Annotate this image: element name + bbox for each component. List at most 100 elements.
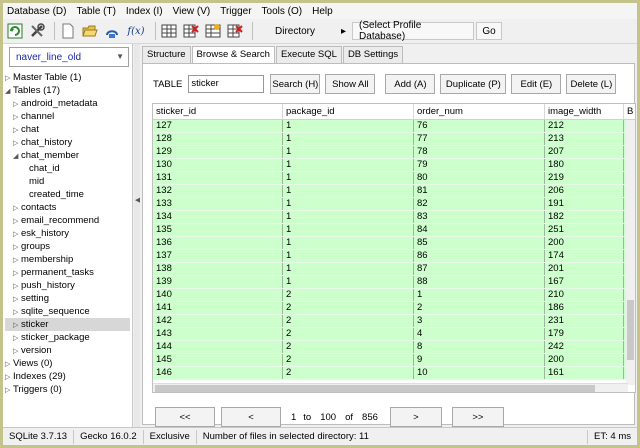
tree-item[interactable]: created_time [5,188,130,201]
horizontal-scrollbar[interactable] [153,383,628,392]
go-button[interactable]: Go [476,22,503,40]
table-cell[interactable]: 212 [545,120,624,132]
table-cell[interactable]: 145 [153,354,283,366]
table-cell[interactable]: 1 [283,120,414,132]
next-page-button[interactable]: > [389,407,442,427]
tree-item[interactable]: ▷ email_recommend [5,214,130,227]
tree-item[interactable]: ▷ permanent_tasks [5,266,130,279]
table-cell[interactable]: 1 [283,133,414,145]
tree-item[interactable]: ▷ contacts [5,201,130,214]
tab-browse-search[interactable]: Browse & Search [191,46,275,63]
tree-item[interactable]: ▷ chat [5,123,130,136]
add-button[interactable]: Add (A) [385,74,436,94]
show-all-button[interactable]: Show All [325,74,376,94]
tab-db-settings[interactable]: DB Settings [342,46,404,63]
table-cell[interactable]: 1 [283,250,414,262]
table-cell[interactable]: 219 [545,172,624,184]
menu-table[interactable]: Table (T) [76,6,115,17]
table-cell[interactable]: 1 [283,198,414,210]
table-cell[interactable]: 10 [414,367,545,379]
table-cell[interactable]: 130 [153,159,283,171]
vertical-scrollbar[interactable] [626,120,635,385]
menu-view[interactable]: View (V) [173,6,211,17]
table-cell[interactable]: 242 [545,341,624,353]
table-cell[interactable]: 136 [153,237,283,249]
table-cell[interactable]: 128 [153,133,283,145]
tree-item[interactable]: ▷ Master Table (1) [5,71,130,84]
table-cell[interactable]: 9 [414,354,545,366]
table-row[interactable]: 130 1 79 180 [153,159,629,172]
first-page-button[interactable]: << [155,407,215,427]
table-cell[interactable]: 133 [153,198,283,210]
prev-page-button[interactable]: < [221,407,281,427]
table-cell[interactable]: 140 [153,289,283,301]
table-cell[interactable]: 1 [283,185,414,197]
reload-icon[interactable] [6,22,24,40]
tree-item[interactable]: ▷ esk_history [5,227,130,240]
table-cell[interactable]: 137 [153,250,283,262]
create-table-icon[interactable] [160,22,178,40]
table-cell[interactable]: 142 [153,315,283,327]
tree-item[interactable]: ▷ Triggers (0) [5,383,130,396]
table-cell[interactable]: 82 [414,198,545,210]
table-cell[interactable]: 80 [414,172,545,184]
lock-mode[interactable]: Exclusive [144,429,197,444]
table-row[interactable]: 137 1 86 174 [153,250,629,263]
table-cell[interactable]: 77 [414,133,545,145]
function-icon[interactable]: f(x) [125,22,147,40]
menu-help[interactable]: Help [312,6,333,17]
table-cell[interactable]: 79 [414,159,545,171]
table-cell[interactable]: 2 [283,302,414,314]
table-cell[interactable]: 201 [545,263,624,275]
tree-item[interactable]: ▷ groups [5,240,130,253]
table-cell[interactable]: 134 [153,211,283,223]
new-db-icon[interactable] [59,22,77,40]
table-cell[interactable]: 1 [283,237,414,249]
table-cell[interactable]: 180 [545,159,624,171]
tree-item[interactable]: ▷ sqlite_sequence [5,305,130,318]
table-cell[interactable]: 3 [414,315,545,327]
tree-item[interactable]: ▷ membership [5,253,130,266]
table-row[interactable]: 143 2 4 179 [153,328,629,341]
table-cell[interactable]: 1 [283,263,414,275]
table-row[interactable]: 142 2 3 231 [153,315,629,328]
table-row[interactable]: 146 2 10 161 [153,367,629,380]
table-cell[interactable]: 2 [283,367,414,379]
tree-item[interactable]: ▷ sticker [5,318,130,331]
column-header-package-id[interactable]: package_id [283,104,414,119]
table-cell[interactable]: 191 [545,198,624,210]
table-cell[interactable]: 2 [283,315,414,327]
tree-item[interactable]: ▷ android_metadata [5,97,130,110]
table-cell[interactable]: 81 [414,185,545,197]
table-cell[interactable]: 85 [414,237,545,249]
table-cell[interactable]: 179 [545,328,624,340]
table-cell[interactable]: 127 [153,120,283,132]
scrollbar-thumb[interactable] [155,385,595,392]
directory-label[interactable]: Directory [275,26,315,37]
table-cell[interactable]: 167 [545,276,624,288]
tree-item[interactable]: ▷ push_history [5,279,130,292]
tree-item[interactable]: ▷ Indexes (29) [5,370,130,383]
table-cell[interactable]: 206 [545,185,624,197]
table-row[interactable]: 141 2 2 186 [153,302,629,315]
table-cell[interactable]: 135 [153,224,283,236]
table-cell[interactable]: 2 [283,354,414,366]
table-cell[interactable]: 83 [414,211,545,223]
table-row[interactable]: 145 2 9 200 [153,354,629,367]
table-cell[interactable]: 200 [545,237,624,249]
table-cell[interactable]: 231 [545,315,624,327]
table-cell[interactable]: 2 [414,302,545,314]
table-cell[interactable]: 84 [414,224,545,236]
table-row[interactable]: 144 2 8 242 [153,341,629,354]
tree-item[interactable]: ▷ Views (0) [5,357,130,370]
edit-button[interactable]: Edit (E) [511,74,562,94]
table-cell[interactable]: 87 [414,263,545,275]
menu-tools[interactable]: Tools (O) [262,6,303,17]
table-cell[interactable]: 1 [283,159,414,171]
create-index-icon[interactable] [204,22,222,40]
table-cell[interactable]: 131 [153,172,283,184]
table-cell[interactable]: 143 [153,328,283,340]
tree-item[interactable]: ▷ setting [5,292,130,305]
table-row[interactable]: 134 1 83 182 [153,211,629,224]
table-cell[interactable]: 2 [283,289,414,301]
